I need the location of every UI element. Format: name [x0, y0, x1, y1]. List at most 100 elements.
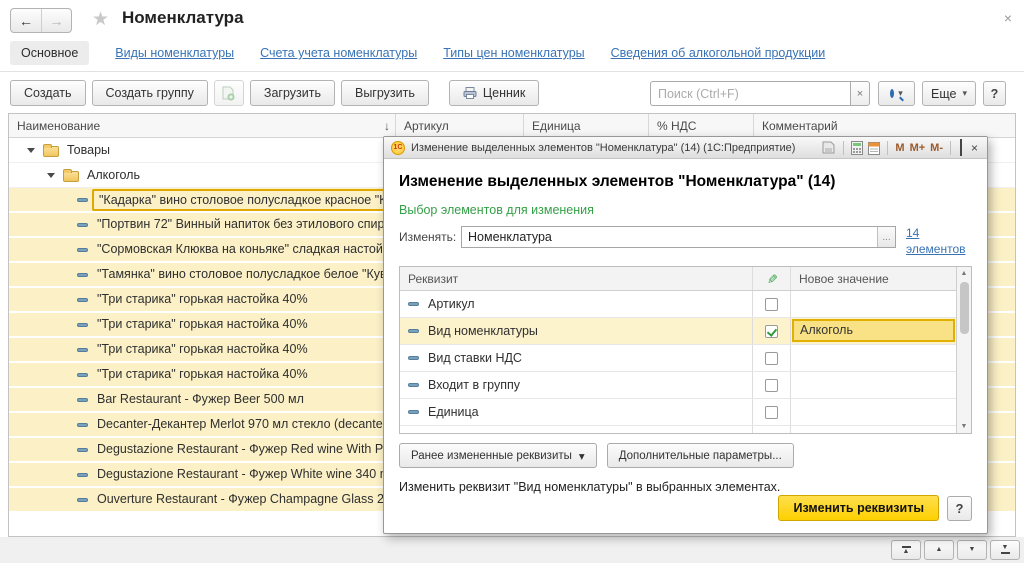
tab-link[interactable]: Сведения об алкогольной продукции: [611, 46, 826, 60]
tab-link[interactable]: Счета учета номенклатуры: [260, 46, 417, 60]
history-nav: ← →: [10, 8, 72, 33]
search-options-button[interactable]: ▾: [878, 81, 915, 106]
column-header[interactable]: Комментарий: [753, 114, 1015, 137]
attribute-row[interactable]: Входит в группу: [400, 372, 956, 399]
column-header[interactable]: Единица: [523, 114, 648, 137]
help-button[interactable]: ?: [983, 81, 1006, 106]
go-top-button[interactable]: ▲: [891, 540, 921, 560]
forward-button[interactable]: →: [41, 9, 71, 32]
name-cell[interactable]: "Портвин 72" Винный напиток без этиловог…: [92, 214, 402, 236]
attribute-name-cell: [400, 426, 752, 433]
load-label: Загрузить: [264, 86, 321, 100]
additional-params-button[interactable]: Дополнительные параметры...: [607, 443, 794, 468]
new-value-cell[interactable]: [790, 345, 956, 371]
name-cell[interactable]: Decanter-Декантер Merlot 970 мл стекло (…: [92, 414, 402, 436]
value-column-header[interactable]: Новое значение: [790, 267, 956, 290]
pencil-icon: ✎: [764, 273, 780, 284]
expander-icon[interactable]: [47, 173, 55, 178]
create-group-button[interactable]: Создать группу: [92, 80, 208, 106]
previously-changed-button[interactable]: Ранее измененные реквизиты ▾: [399, 443, 597, 468]
scroll-up-icon[interactable]: ▲: [961, 267, 968, 280]
name-cell[interactable]: "Три старика" горькая настойка 40%: [92, 339, 402, 361]
dialog-titlebar[interactable]: 1С Изменение выделенных элементов "Номен…: [384, 137, 987, 159]
go-up-button[interactable]: ▲: [924, 540, 954, 560]
favorite-star-icon[interactable]: ★: [92, 8, 109, 31]
column-header[interactable]: Наименование↓: [9, 114, 395, 137]
name-cell[interactable]: Bar Restaurant - Фужер Beer 500 мл: [92, 389, 402, 411]
value-column-label: Новое значение: [799, 272, 889, 286]
checkbox-unchecked[interactable]: [765, 433, 778, 434]
expander-icon[interactable]: [27, 148, 35, 153]
search-input[interactable]: [650, 81, 850, 106]
attribute-row[interactable]: Артикул: [400, 291, 956, 318]
attribute-row[interactable]: Вид номенклатурыАлкоголь: [400, 318, 956, 345]
tab-main[interactable]: Основное: [10, 41, 89, 65]
item-marker-icon: [77, 348, 88, 352]
scroll-down-icon[interactable]: ▼: [961, 420, 968, 433]
checkbox-checked[interactable]: [765, 325, 778, 338]
name-cell[interactable]: Degustazione Restaurant - Фужер Red wine…: [92, 439, 402, 461]
item-marker-icon: [77, 248, 88, 252]
dialog-close-icon[interactable]: ×: [969, 141, 980, 155]
elements-count-link[interactable]: 14 элементов: [906, 226, 972, 257]
checkbox-unchecked[interactable]: [765, 352, 778, 365]
new-value-cell[interactable]: Алкоголь: [790, 318, 956, 344]
scroll-thumb[interactable]: [960, 282, 969, 334]
checkbox-unchecked[interactable]: [765, 379, 778, 392]
attribute-row[interactable]: [400, 426, 956, 433]
attribute-row[interactable]: Вид ставки НДС: [400, 345, 956, 372]
checkbox-unchecked[interactable]: [765, 298, 778, 311]
maximize-icon[interactable]: [958, 141, 964, 155]
name-cell[interactable]: "Три старика" горькая настойка 40%: [92, 289, 402, 311]
tab-link[interactable]: Виды номенклатуры: [115, 46, 234, 60]
new-value-cell[interactable]: [790, 426, 956, 433]
attr-column-header[interactable]: Реквизит: [400, 272, 752, 286]
change-label: Изменять:: [399, 226, 461, 248]
calculator-icon[interactable]: [851, 141, 863, 155]
close-icon[interactable]: ×: [1004, 10, 1012, 26]
column-header[interactable]: % НДС: [648, 114, 753, 137]
status-strip: ▲ ▲ ▼ ▼: [0, 537, 1024, 563]
memory-recall-button[interactable]: M: [895, 142, 904, 154]
memory-subtract-button[interactable]: M-: [930, 142, 943, 154]
price-tag-button[interactable]: Ценник: [449, 80, 539, 106]
bottom-bar-icon: [1001, 552, 1010, 554]
dialog-title: Изменение выделенных элементов "Номенкла…: [411, 142, 795, 154]
new-value-cell[interactable]: [790, 399, 956, 425]
save-icon[interactable]: [821, 141, 836, 154]
new-value-cell[interactable]: [790, 291, 956, 317]
create-button[interactable]: Создать: [10, 80, 86, 106]
name-cell[interactable]: "Три старика" горькая настойка 40%: [92, 314, 402, 336]
memory-add-button[interactable]: M+: [910, 142, 926, 154]
name-cell[interactable]: "Сормовская Клюква на коньяке" сладкая н…: [92, 239, 402, 261]
tab-link[interactable]: Типы цен номенклатуры: [443, 46, 584, 60]
new-value-cell[interactable]: [790, 372, 956, 398]
current-cell[interactable]: "Кадарка" вино столовое полусладкое крас…: [92, 189, 402, 211]
go-bottom-button[interactable]: ▼: [990, 540, 1020, 560]
name-cell[interactable]: Ouverture Restaurant - Фужер Champagne G…: [92, 489, 402, 511]
calendar-icon[interactable]: [868, 141, 880, 155]
dialog-help-button[interactable]: ?: [947, 496, 972, 521]
column-header[interactable]: Артикул: [395, 114, 523, 137]
choose-button[interactable]: ...: [877, 227, 895, 247]
unload-button[interactable]: Выгрузить: [341, 80, 429, 106]
search-clear-icon[interactable]: ×: [850, 81, 870, 106]
more-button[interactable]: Еще ▾: [922, 81, 976, 106]
check-column-header[interactable]: ✎: [752, 267, 790, 290]
copy-button[interactable]: [214, 80, 244, 106]
back-button[interactable]: ←: [11, 9, 41, 32]
attribute-row[interactable]: Единица: [400, 399, 956, 426]
load-button[interactable]: Загрузить: [250, 80, 335, 106]
name-cell[interactable]: Degustazione Restaurant - Фужер White wi…: [92, 464, 402, 486]
item-marker-icon: [77, 273, 88, 277]
change-target-field[interactable]: Номенклатура ...: [461, 226, 896, 248]
grid-scrollbar[interactable]: ▲ ▼: [956, 267, 971, 433]
new-value-input[interactable]: Алкоголь: [792, 319, 955, 342]
checkbox-unchecked[interactable]: [765, 406, 778, 419]
divider: [843, 141, 844, 155]
name-cell[interactable]: "Три старика" горькая настойка 40%: [92, 364, 402, 386]
folder-icon: [63, 171, 79, 182]
name-cell[interactable]: "Тамянка" вино столовое полусладкое бело…: [92, 264, 402, 286]
change-attributes-button[interactable]: Изменить реквизиты: [778, 495, 939, 521]
go-down-button[interactable]: ▼: [957, 540, 987, 560]
